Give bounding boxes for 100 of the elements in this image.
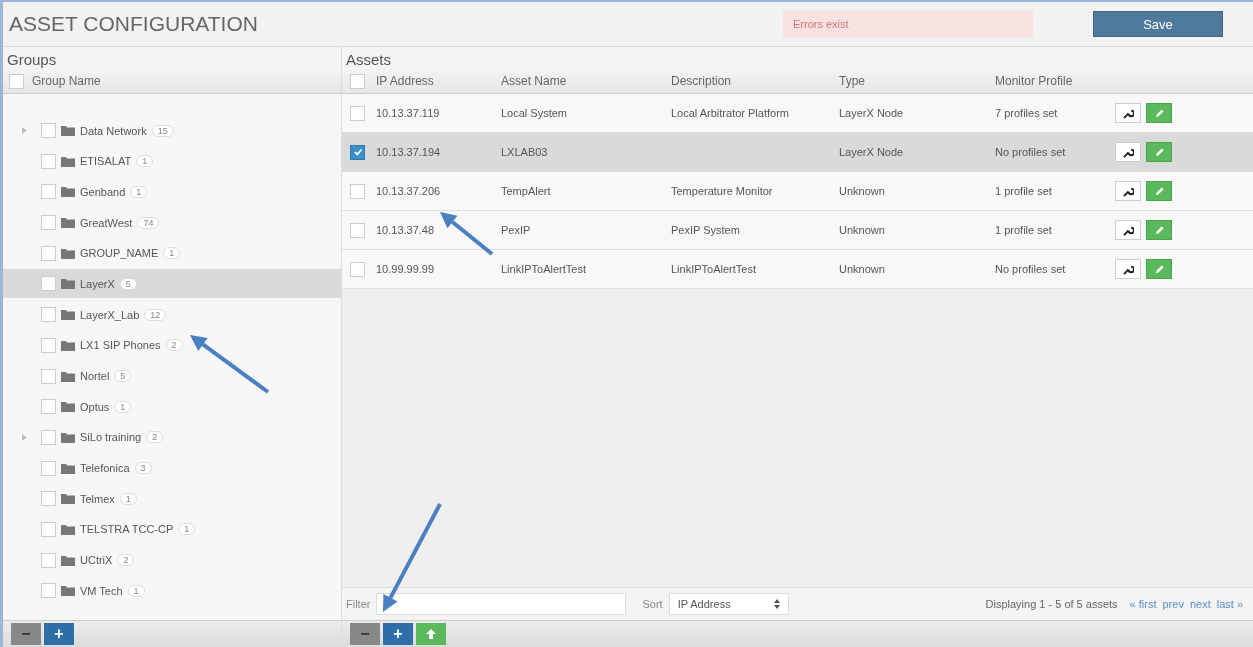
count-badge: 1 [136, 155, 154, 168]
column-header[interactable]: Monitor Profile [995, 74, 1115, 88]
table-cell-text: PexIP System [671, 224, 741, 236]
group-item[interactable]: LayerX 5 [3, 269, 341, 299]
group-item[interactable]: SiLo training 2 [3, 422, 341, 452]
group-item[interactable]: LayerX_Lab 12 [3, 300, 341, 330]
checkbox[interactable] [41, 215, 56, 231]
column-label: Group Name [32, 74, 101, 88]
upload-button[interactable] [416, 623, 446, 645]
count-badge: 2 [117, 554, 135, 567]
group-item[interactable]: Optus 1 [3, 392, 341, 422]
table-row[interactable]: 10.13.37.206 TempAlert Temperature Monitor Unknown 1 profile set [342, 172, 1253, 211]
checkbox[interactable] [41, 491, 56, 507]
folder-icon [61, 462, 75, 474]
folder-icon [61, 401, 75, 413]
checkbox[interactable] [350, 144, 365, 160]
group-item[interactable]: Data Network 15 [3, 116, 341, 145]
group-item[interactable]: GreatWest 74 [3, 208, 341, 238]
table-row[interactable]: 10.13.37.194 LXLAB03 LayerX Node No profiles set [342, 133, 1253, 172]
checkbox[interactable] [41, 337, 56, 353]
edit-button[interactable] [1146, 220, 1172, 240]
edit-button[interactable] [1146, 181, 1172, 201]
checkbox[interactable] [41, 583, 56, 599]
table-cell-text: Unknown [839, 263, 886, 275]
edit-button[interactable] [1146, 142, 1172, 162]
checkbox[interactable] [350, 261, 365, 277]
table-row[interactable]: 10.13.37.119 Local System Local Arbitrator Platform LayerX Node 7 profiles set [342, 94, 1253, 133]
table-cell-text: Local System [501, 107, 569, 119]
table-row[interactable]: 10.13.37.48 PexIP PexIP System Unknown 1 profile set [342, 211, 1253, 250]
filter-field[interactable] [376, 593, 627, 615]
expand-icon[interactable] [21, 127, 28, 134]
sort-dropdown[interactable]: IP Address [668, 593, 789, 615]
table-cell-text: LayerX Node [839, 107, 905, 119]
checkbox[interactable] [41, 552, 56, 568]
checkbox[interactable] [350, 105, 365, 121]
checkbox[interactable] [350, 222, 365, 238]
checkbox[interactable] [41, 245, 56, 261]
wrench-button[interactable] [1115, 259, 1141, 279]
group-item[interactable]: GROUP_NAME 1 [3, 238, 341, 268]
column-header[interactable]: Description [671, 74, 839, 88]
count-badge: 74 [137, 216, 160, 229]
section-heading: Assets [345, 50, 392, 69]
column-header[interactable]: Type [839, 74, 995, 88]
add-button[interactable]: + [44, 623, 74, 645]
checkbox[interactable] [350, 73, 365, 89]
checkbox[interactable] [41, 123, 56, 138]
group-item[interactable]: LX1 SIP Phones 2 [3, 330, 341, 360]
expand-icon[interactable] [21, 433, 28, 441]
checkbox[interactable] [41, 521, 56, 537]
table-row[interactable]: 10.99.99.99 LinkIPToAlertTest LinkIPToAlertTest Unknown No profiles set [342, 250, 1253, 289]
group-item[interactable]: TELSTRA TCC-CP 1 [3, 514, 341, 544]
count-badge: 1 [178, 523, 196, 536]
folder-icon [61, 523, 75, 535]
group-item[interactable]: VM Tech 1 [3, 576, 341, 606]
add-button[interactable]: + [383, 623, 413, 645]
group-item[interactable]: Telmex 1 [3, 484, 341, 514]
table-cell-text: 10.13.37.206 [376, 185, 442, 197]
table-cell-text: LayerX Node [839, 146, 905, 158]
checkbox[interactable] [41, 399, 56, 415]
wrench-button[interactable] [1115, 103, 1141, 123]
up-arrow-icon [425, 628, 437, 640]
checkbox[interactable] [41, 276, 56, 292]
group-name: ETISALAT [80, 155, 132, 168]
checkbox[interactable] [41, 307, 56, 323]
checkbox[interactable] [9, 73, 24, 89]
group-item[interactable]: ETISALAT 1 [3, 146, 341, 176]
folder-icon [61, 370, 75, 382]
folder-icon [61, 493, 75, 505]
group-name: Optus [80, 400, 110, 413]
wrench-icon [1122, 263, 1134, 275]
checkbox[interactable] [350, 183, 365, 199]
checkbox[interactable] [41, 368, 56, 384]
group-name: TELSTRA TCC-CP [80, 523, 174, 536]
edit-button[interactable] [1146, 259, 1172, 279]
folder-icon [61, 431, 75, 443]
paging-info: Displaying 1 - 5 of 5 assets [985, 598, 1118, 610]
column-header[interactable]: Asset Name [501, 74, 671, 88]
checkbox[interactable] [41, 429, 56, 445]
group-item[interactable]: Nortel 5 [3, 361, 341, 391]
save-button[interactable]: Save [1093, 11, 1223, 37]
remove-button[interactable]: − [350, 623, 380, 645]
table-cell-text: 10.13.37.119 [376, 107, 441, 119]
table-cell-text: Unknown [839, 224, 886, 236]
wrench-button[interactable] [1115, 181, 1141, 201]
wrench-button[interactable] [1115, 142, 1141, 162]
column-header[interactable]: IP Address [376, 74, 501, 88]
wrench-button[interactable] [1115, 220, 1141, 240]
check-icon [352, 147, 363, 157]
group-item[interactable]: UCtriX 2 [3, 545, 341, 575]
checkbox[interactable] [41, 184, 56, 200]
edit-button[interactable] [1146, 103, 1172, 123]
group-item[interactable]: Genband 1 [3, 177, 341, 207]
remove-button[interactable]: − [11, 623, 41, 645]
count-badge: 1 [163, 247, 181, 260]
checkbox[interactable] [41, 153, 56, 169]
count-badge: 1 [130, 185, 148, 198]
table-cell-text: LinkIPToAlertTest [671, 263, 757, 275]
checkbox[interactable] [41, 460, 56, 476]
folder-icon [61, 155, 75, 167]
group-item[interactable]: Telefonica 3 [3, 453, 341, 483]
